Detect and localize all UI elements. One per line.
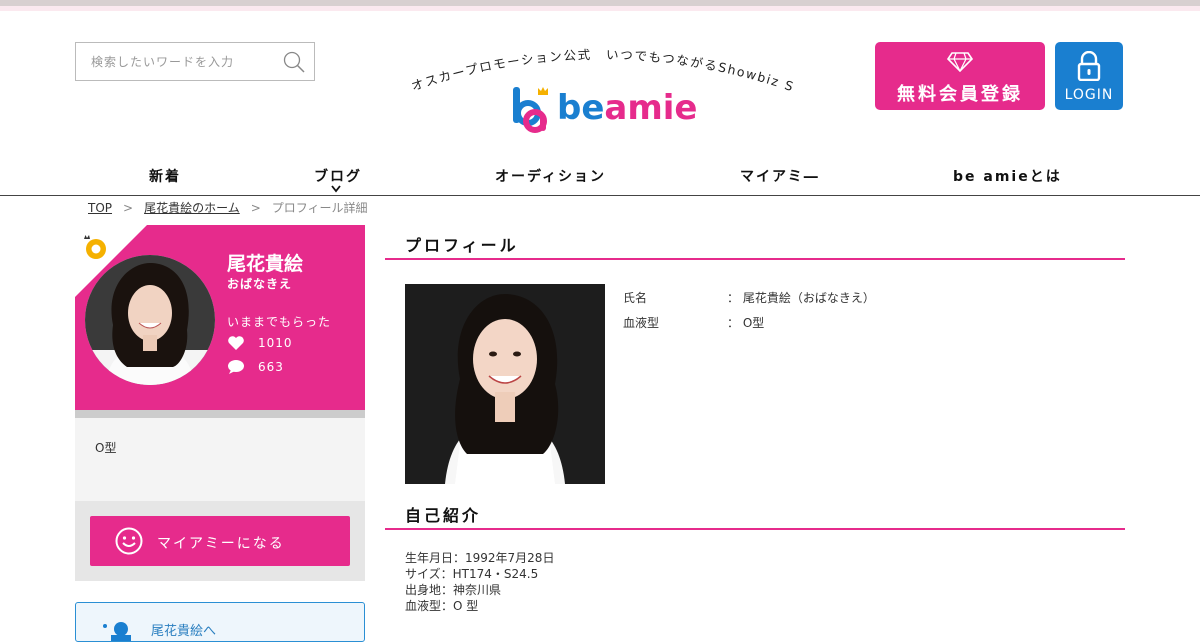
breadcrumb-home[interactable]: 尾花貴絵のホーム (144, 201, 240, 215)
intro-text: 生年月日：1992年7月28日 サイズ：HT174・S24.5 出身地：神奈川県… (385, 530, 1125, 614)
intro-line: 生年月日：1992年7月28日 (405, 551, 555, 565)
profile-key: 血液型 (623, 316, 660, 330)
site-header: オスカープロモーション公式 いつでもつながるShowbiz SNS beamie… (0, 11, 1200, 196)
search-box (75, 42, 315, 81)
likes-count-row: 1010 (227, 335, 292, 354)
nav-item-audition[interactable]: オーディション (495, 166, 606, 186)
profile-card: 尾花貴絵 おばなきえ いままでもらった 1010 663 (75, 225, 365, 410)
tagline-arc: オスカープロモーション公式 いつでもつながるShowbiz SNS (405, 33, 795, 93)
register-label: 無料会員登録 (897, 84, 1023, 105)
comment-icon (228, 360, 244, 374)
lock-icon (1077, 51, 1101, 81)
profile-value: ： O型 (727, 316, 765, 330)
profile-photo-image (405, 284, 605, 484)
site-logo[interactable]: オスカープロモーション公式 いつでもつながるShowbiz SNS beamie… (405, 33, 795, 133)
divider (75, 410, 365, 418)
become-myami-button[interactable]: マイアミーになる (90, 516, 350, 566)
nav-item-new[interactable]: 新着 (149, 166, 181, 186)
intro-line: 血液型：O 型 (405, 599, 479, 613)
profile-sidebar: 尾花貴絵 おばなきえ いままでもらった 1010 663 O型 マイアミーになる… (75, 225, 365, 642)
profile-name: 尾花貴絵 (227, 253, 304, 275)
profile-row-name: 氏名 ： 尾花貴絵（おばなきえ） (623, 289, 1023, 314)
tagline: オスカープロモーション公式 いつでもつながるShowbiz SNS (405, 33, 795, 93)
profile-row-blood: 血液型 ： O型 (623, 314, 1023, 339)
logo-wordmark-amie: amie (604, 88, 698, 128)
logo-mark-icon (513, 87, 548, 133)
comments-count-row: 663 (227, 359, 283, 378)
intro-line: サイズ：HT174・S24.5 (405, 567, 539, 581)
svg-text:オスカープロモーション公式 いつでもつながるShowbiz: オスカープロモーション公式 いつでもつながるShowbiz SNS (405, 33, 795, 93)
nav-item-about[interactable]: be amieとは (953, 166, 1062, 186)
received-label: いままでもらった (227, 315, 332, 329)
intro-heading: 自己紹介 (385, 495, 1125, 530)
avatar[interactable] (85, 255, 215, 385)
profile-photo[interactable] (405, 284, 605, 484)
profile-details: 氏名 ： 尾花貴絵（おばなきえ） 血液型 ： O型 (623, 289, 1023, 339)
profile-heading: プロフィール (385, 225, 1125, 260)
nav-item-blog-label: ブログ (314, 169, 362, 185)
main-content: プロフィール 氏名 ： 尾花貴絵（おばなきえ） 血液型 ： O型 自己紹介 生年… (385, 225, 1125, 614)
profile-value: ： 尾花貴絵（おばなきえ） (727, 291, 875, 305)
profile-key: 氏名 (623, 291, 648, 305)
user-icon (103, 622, 131, 641)
diamond-icon (947, 52, 973, 72)
likes-count: 1010 (258, 336, 293, 350)
register-button[interactable]: 無料会員登録 (875, 42, 1045, 110)
login-label: LOGIN (1064, 87, 1114, 103)
search-icon[interactable] (282, 50, 306, 74)
nav-item-myami[interactable]: マイアミ― (740, 166, 820, 186)
intro-line: 出身地：神奈川県 (405, 583, 502, 597)
mymi-area: マイアミーになる (75, 501, 365, 581)
become-myami-label: マイアミーになる (157, 536, 285, 552)
breadcrumb-separator: > (250, 201, 261, 215)
heart-icon (228, 336, 244, 350)
nav-item-blog[interactable]: ブログ (314, 166, 362, 193)
profile-section: 氏名 ： 尾花貴絵（おばなきえ） 血液型 ： O型 (385, 260, 1125, 495)
login-button[interactable]: LOGIN (1055, 42, 1123, 110)
profile-kana: おばなきえ (227, 277, 293, 291)
comments-count: 663 (258, 360, 284, 374)
chevron-down-icon (331, 185, 341, 193)
main-nav: 新着 ブログ オーディション マイアミ― be amieとは (0, 154, 1200, 196)
smile-icon (115, 527, 143, 555)
breadcrumb-current: プロフィール詳細 (271, 201, 368, 215)
to-home-link[interactable]: 尾花貴絵へ (75, 602, 365, 642)
logo-wordmark: beamie (557, 88, 698, 128)
breadcrumb-top[interactable]: TOP (88, 201, 112, 215)
breadcrumb-separator: > (123, 201, 134, 215)
search-input[interactable] (76, 43, 266, 80)
avatar-photo (85, 255, 215, 385)
logo-wordmark-be: be (557, 88, 605, 128)
sidebar-blood-type: O型 (75, 418, 365, 501)
breadcrumb: TOP > 尾花貴絵のホーム > プロフィール詳細 (88, 199, 368, 216)
